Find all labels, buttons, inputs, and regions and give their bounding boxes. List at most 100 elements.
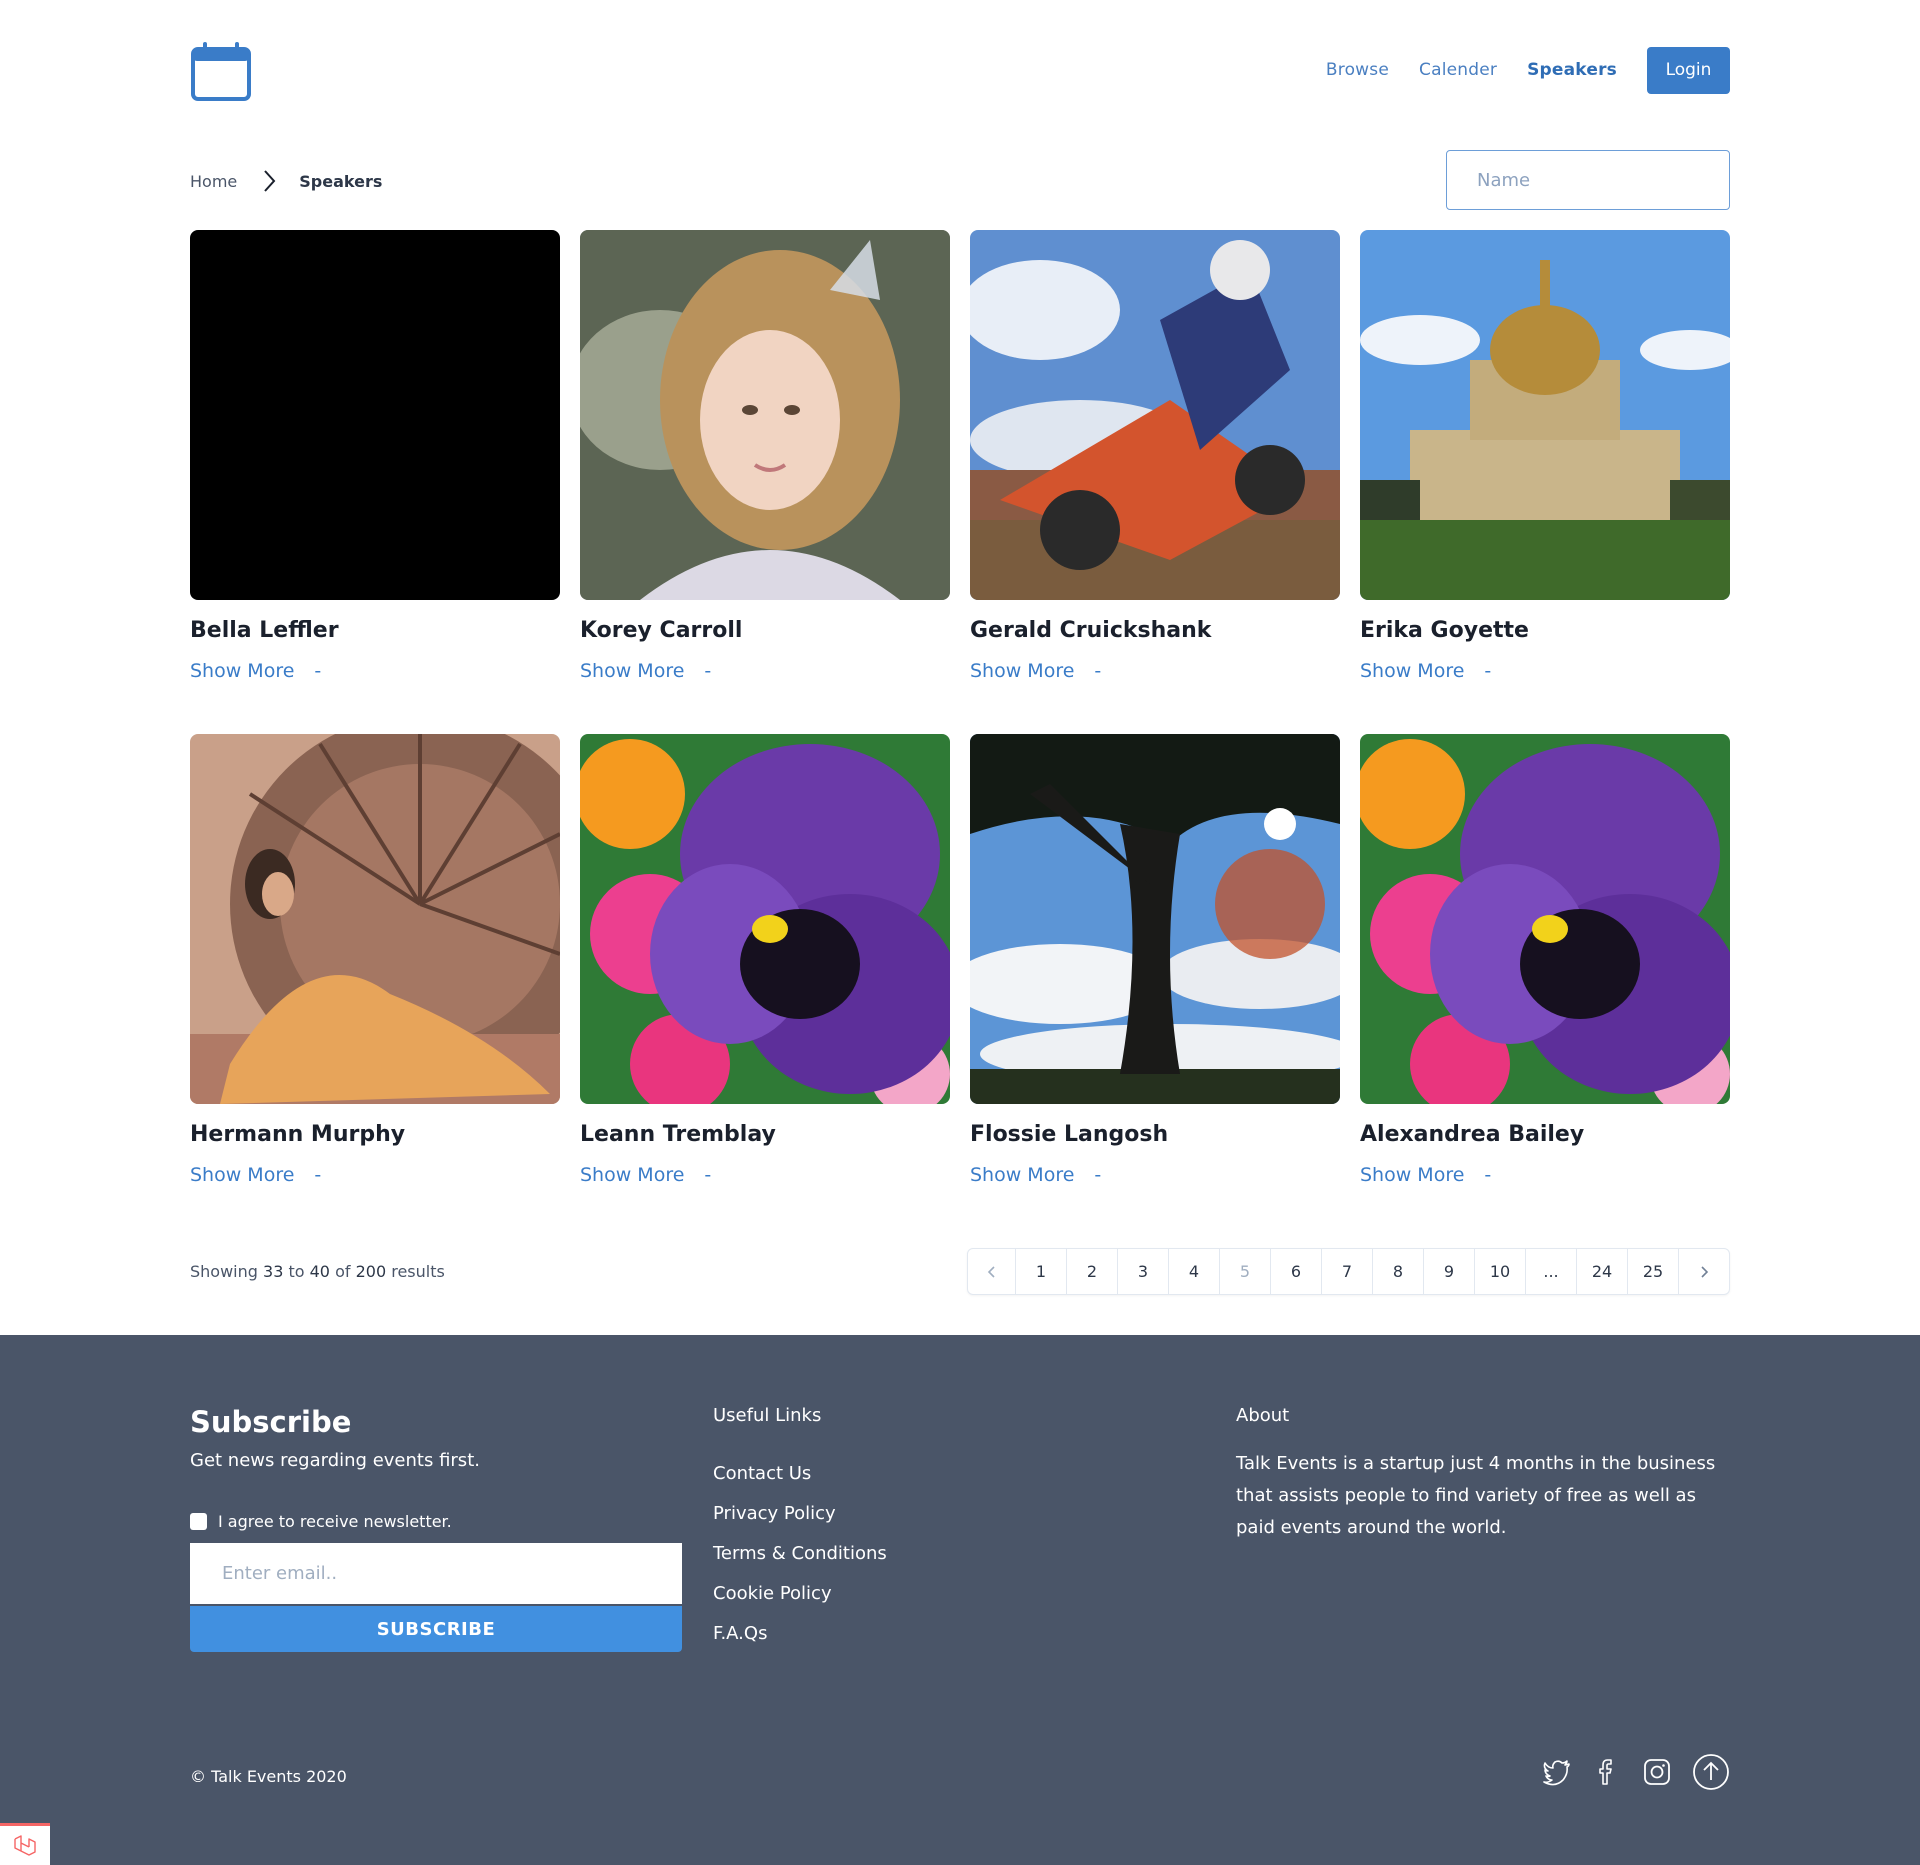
speaker-links: Show More - [190,660,560,682]
page-button-8[interactable]: 8 [1372,1249,1423,1294]
page-button-4[interactable]: 4 [1168,1249,1219,1294]
page-button-6[interactable]: 6 [1270,1249,1321,1294]
breadcrumb: Home Speakers [190,168,382,194]
calendar-icon[interactable] [190,40,252,102]
speaker-photo[interactable] [580,230,950,600]
page-button-24[interactable]: 24 [1576,1249,1627,1294]
breadcrumb-home[interactable]: Home [190,172,237,191]
nav-calender[interactable]: Calender [1419,60,1497,80]
page-button-5-current: 5 [1219,1249,1270,1294]
speaker-name[interactable]: Bella Leffler [190,614,560,648]
speaker-links: Show More - [580,1164,950,1186]
useful-links-title: Useful Links [713,1405,822,1426]
newsletter-agree: I agree to receive newsletter. [190,1512,452,1531]
subscribe-description: Get news regarding events first. [190,1450,480,1471]
link-separator: - [704,1164,712,1186]
speaker-photo[interactable] [190,734,560,1104]
results-total: 200 [355,1262,387,1281]
page-button-25[interactable]: 25 [1627,1249,1678,1294]
speaker-card: Flossie Langosh Show More - [970,734,1340,1204]
speaker-card: Hermann Murphy Show More - [190,734,560,1204]
results-from: 33 [263,1262,284,1281]
page-button-10[interactable]: 10 [1474,1249,1525,1294]
page-button-7[interactable]: 7 [1321,1249,1372,1294]
page-ellipsis: ... [1525,1249,1576,1294]
newsletter-checkbox[interactable] [190,1513,207,1530]
show-more-link[interactable]: Show More [1360,660,1464,682]
speaker-photo[interactable] [970,230,1340,600]
speaker-photo[interactable] [580,734,950,1104]
footer-link-contact[interactable]: Contact Us [713,1463,887,1503]
framework-logo-icon [0,1823,50,1865]
instagram-icon[interactable] [1642,1757,1672,1787]
speaker-card: Erika Goyette Show More - [1360,230,1730,700]
page-button-9[interactable]: 9 [1423,1249,1474,1294]
show-more-link[interactable]: Show More [970,660,1074,682]
subscribe-title: Subscribe [190,1405,352,1439]
subscribe-button[interactable]: SUBSCRIBE [190,1606,682,1652]
pagination: 1 2 3 4 5 6 7 8 9 10 ... 24 25 [967,1248,1730,1295]
results-to: 40 [309,1262,330,1281]
speaker-links: Show More - [970,660,1340,682]
previous-page-button[interactable] [968,1249,1015,1294]
speaker-name[interactable]: Korey Carroll [580,614,950,648]
footer-link-faqs[interactable]: F.A.Qs [713,1623,887,1663]
page-button-2[interactable]: 2 [1066,1249,1117,1294]
speakers-grid: Bella Leffler Show More - Korey Carroll … [190,230,1730,1204]
next-page-button[interactable] [1678,1249,1729,1294]
speaker-card: Bella Leffler Show More - [190,230,560,700]
footer-link-cookie[interactable]: Cookie Policy [713,1583,887,1623]
speaker-name[interactable]: Flossie Langosh [970,1118,1340,1152]
facebook-icon[interactable] [1592,1757,1622,1787]
speaker-links: Show More - [970,1164,1340,1186]
speaker-name[interactable]: Alexandrea Bailey [1360,1118,1730,1152]
results-summary: Showing 33 to 40 of 200 results [190,1262,445,1281]
show-more-link[interactable]: Show More [190,1164,294,1186]
results-suffix: results [391,1262,445,1281]
nav-browse[interactable]: Browse [1326,60,1389,80]
chevron-right-icon [259,168,279,194]
speaker-photo[interactable] [1360,230,1730,600]
results-prefix: Showing [190,1262,258,1281]
about-text: Talk Events is a startup just 4 months i… [1236,1453,1716,1538]
show-more-link[interactable]: Show More [580,1164,684,1186]
link-separator: - [1094,1164,1102,1186]
speaker-card: Gerald Cruickshank Show More - [970,230,1340,700]
email-input[interactable] [190,1543,682,1604]
page-button-3[interactable]: 3 [1117,1249,1168,1294]
speaker-links: Show More - [580,660,950,682]
speaker-name[interactable]: Erika Goyette [1360,614,1730,648]
useful-links: Contact Us Privacy Policy Terms & Condit… [713,1463,887,1663]
login-button[interactable]: Login [1647,46,1730,94]
twitter-icon[interactable] [1542,1757,1572,1787]
show-more-link[interactable]: Show More [1360,1164,1464,1186]
speaker-name[interactable]: Hermann Murphy [190,1118,560,1152]
site-footer: Subscribe Get news regarding events firs… [0,1335,1920,1865]
footer-link-privacy[interactable]: Privacy Policy [713,1503,887,1543]
results-of-word: of [335,1262,351,1281]
link-separator: - [704,660,712,682]
arrow-up-circle-icon[interactable] [1692,1753,1730,1791]
nav-speakers[interactable]: Speakers [1527,60,1617,80]
speaker-photo[interactable] [190,230,560,600]
speaker-links: Show More - [1360,660,1730,682]
footer-link-terms[interactable]: Terms & Conditions [713,1543,887,1583]
speaker-name[interactable]: Leann Tremblay [580,1118,950,1152]
about-title: About [1236,1405,1290,1426]
chevron-left-icon [987,1265,995,1278]
social-links [1522,1753,1730,1791]
show-more-link[interactable]: Show More [190,660,294,682]
speaker-photo[interactable] [1360,734,1730,1104]
speaker-card: Leann Tremblay Show More - [580,734,950,1204]
copyright: © Talk Events 2020 [190,1767,347,1786]
speaker-name[interactable]: Gerald Cruickshank [970,614,1340,648]
name-search-input[interactable] [1446,150,1730,210]
results-to-word: to [288,1262,305,1281]
show-more-link[interactable]: Show More [970,1164,1074,1186]
speaker-photo[interactable] [970,734,1340,1104]
link-separator: - [1484,1164,1492,1186]
link-separator: - [314,660,322,682]
page-button-1[interactable]: 1 [1015,1249,1066,1294]
speaker-links: Show More - [1360,1164,1730,1186]
show-more-link[interactable]: Show More [580,660,684,682]
